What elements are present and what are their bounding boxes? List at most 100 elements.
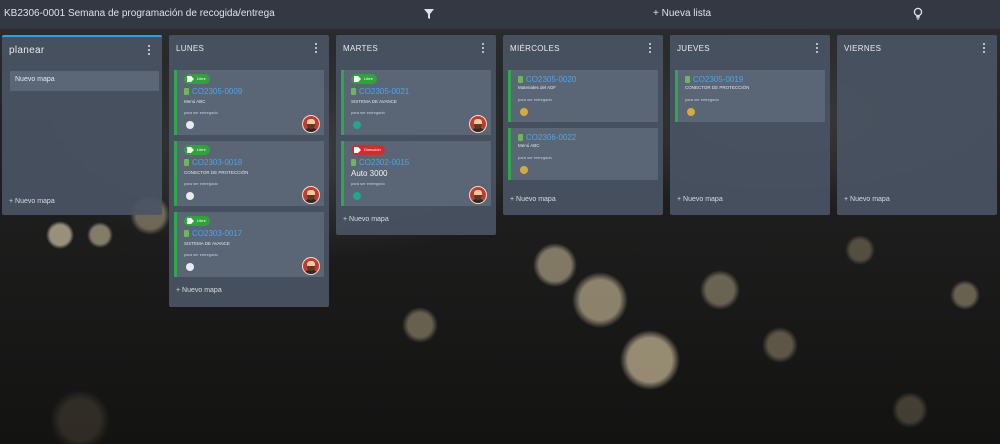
card-subtitle: SISTEMA DE AVANCE xyxy=(184,241,230,246)
board-title: KB2306-0001 Semana de programación de re… xyxy=(4,8,275,19)
card-tag: Libre xyxy=(351,74,377,84)
document-icon xyxy=(518,134,523,141)
card-id-label: CO2305-0009 xyxy=(192,87,243,96)
card-meta: para ser entregado xyxy=(518,97,552,102)
card-tag: Dirección xyxy=(351,145,385,155)
card-subtitle: Auto 3000 xyxy=(351,169,388,178)
new-list-button[interactable]: + Nueva lista xyxy=(653,8,711,19)
document-icon xyxy=(184,230,189,237)
card-subtitle: Menú ABC xyxy=(518,143,540,148)
list-title: LUNES xyxy=(176,44,205,53)
document-icon xyxy=(351,88,356,95)
list-card[interactable]: CO2306-0022 Menú ABC para ser entregado xyxy=(508,128,658,180)
document-icon xyxy=(184,88,189,95)
lightbulb-icon[interactable] xyxy=(912,7,924,21)
list-title: planear xyxy=(9,45,45,56)
card-id-link[interactable]: CO2306-0022 xyxy=(518,133,576,142)
card-id-link[interactable]: CO2302-0015 xyxy=(351,158,409,167)
document-icon xyxy=(518,76,523,83)
avatar[interactable] xyxy=(302,115,320,133)
card-tag: Libre xyxy=(184,145,210,155)
list-card[interactable]: Libre CO2303-0018 CONECTOR DE PROTECCIÓN… xyxy=(174,141,324,206)
document-icon xyxy=(184,159,189,166)
card-id-link[interactable]: CO2303-0018 xyxy=(184,158,242,167)
card-tag: Libre xyxy=(184,74,210,84)
list-title: VIERNES xyxy=(844,44,882,53)
card-subtitle: Materiales del ADF xyxy=(518,85,557,90)
list-card[interactable]: Libre CO2305-0009 Menú ABC para ser entr… xyxy=(174,70,324,135)
status-dot xyxy=(520,108,528,116)
list-menu-icon[interactable] xyxy=(480,43,486,55)
card-tag-label: Dirección xyxy=(364,147,381,152)
card-tag-label: Libre xyxy=(364,76,373,81)
list-card[interactable]: CO2305-0019 CONECTOR DE PROTECCIÓN para … xyxy=(675,70,825,122)
card-tag-label: Libre xyxy=(197,147,206,152)
card-id-link[interactable]: CO2305-0019 xyxy=(685,75,743,84)
avatar[interactable] xyxy=(302,186,320,204)
card-tag: Libre xyxy=(184,216,210,226)
top-bar: KB2306-0001 Semana de programación de re… xyxy=(0,0,1000,29)
card-tag-label: Libre xyxy=(197,218,206,223)
tag-icon xyxy=(187,76,194,82)
card-meta: para ser entregado xyxy=(351,110,385,115)
card-meta: para ser entregado xyxy=(518,155,552,160)
card-id-label: CO2306-0022 xyxy=(526,133,577,142)
card-tag-label: Libre xyxy=(197,76,206,81)
status-dot xyxy=(353,192,361,200)
card-meta: para ser entregado xyxy=(184,110,218,115)
avatar[interactable] xyxy=(469,186,487,204)
list-menu-icon[interactable] xyxy=(981,43,987,55)
tag-icon xyxy=(354,76,361,82)
list-menu-icon[interactable] xyxy=(814,43,820,55)
avatar[interactable] xyxy=(469,115,487,133)
card-id-label: CO2305-0020 xyxy=(526,75,577,84)
card-meta: para ser entregado xyxy=(184,252,218,257)
list-card[interactable]: Libre CO2305-0021 SISTEMA DE AVANCE para… xyxy=(341,70,491,135)
new-map-button[interactable]: + Nuevo mapa xyxy=(343,216,389,223)
status-dot xyxy=(353,121,361,129)
list-card[interactable]: CO2305-0020 Materiales del ADF para ser … xyxy=(508,70,658,122)
card-id-label: CO2305-0019 xyxy=(693,75,744,84)
status-dot xyxy=(186,192,194,200)
document-icon xyxy=(685,76,690,83)
list-title: MIÉRCOLES xyxy=(510,44,560,53)
list-column-miercoles: MIÉRCOLES CO2305-0020 Materiales del ADF… xyxy=(503,35,663,215)
card-id-link[interactable]: CO2305-0021 xyxy=(351,87,409,96)
card-subtitle: Menú ABC xyxy=(184,99,206,104)
status-dot xyxy=(520,166,528,174)
document-icon xyxy=(351,159,356,166)
card-id-label: CO2303-0017 xyxy=(192,229,243,238)
list-column-jueves: JUEVES CO2305-0019 CONECTOR DE PROTECCIÓ… xyxy=(670,35,830,215)
new-map-placeholder[interactable]: Nuevo mapa xyxy=(10,71,159,91)
list-menu-icon[interactable] xyxy=(146,45,152,57)
card-id-link[interactable]: CO2305-0009 xyxy=(184,87,242,96)
new-map-button[interactable]: + Nuevo mapa xyxy=(510,196,556,203)
card-meta: para ser entregado xyxy=(351,181,385,186)
card-meta: para ser entregado xyxy=(685,97,719,102)
tag-icon xyxy=(187,218,194,224)
list-column-planear: planear Nuevo mapa + Nuevo mapa xyxy=(2,35,162,215)
list-title: MARTES xyxy=(343,44,378,53)
list-column-martes: MARTES Libre CO2305-0021 SISTEMA DE AVAN… xyxy=(336,35,496,235)
avatar[interactable] xyxy=(302,257,320,275)
list-column-viernes: VIERNES + Nuevo mapa xyxy=(837,35,997,215)
new-map-button[interactable]: + Nuevo mapa xyxy=(677,196,723,203)
new-map-button[interactable]: + Nuevo mapa xyxy=(844,196,890,203)
card-id-label: CO2303-0018 xyxy=(192,158,243,167)
list-card[interactable]: Dirección CO2302-0015 Auto 3000 para ser… xyxy=(341,141,491,206)
status-dot xyxy=(186,121,194,129)
new-map-button[interactable]: + Nuevo mapa xyxy=(176,287,222,294)
list-title: JUEVES xyxy=(677,44,710,53)
tag-icon xyxy=(187,147,194,153)
card-id-link[interactable]: CO2305-0020 xyxy=(518,75,576,84)
filter-icon[interactable] xyxy=(423,8,435,20)
card-id-label: CO2305-0021 xyxy=(359,87,410,96)
card-id-link[interactable]: CO2303-0017 xyxy=(184,229,242,238)
list-menu-icon[interactable] xyxy=(313,43,319,55)
new-map-button[interactable]: + Nuevo mapa xyxy=(9,198,55,205)
list-menu-icon[interactable] xyxy=(647,43,653,55)
card-subtitle: CONECTOR DE PROTECCIÓN xyxy=(685,85,750,90)
status-dot xyxy=(687,108,695,116)
card-subtitle: CONECTOR DE PROTECCIÓN xyxy=(184,170,249,175)
list-card[interactable]: Libre CO2303-0017 SISTEMA DE AVANCE para… xyxy=(174,212,324,277)
